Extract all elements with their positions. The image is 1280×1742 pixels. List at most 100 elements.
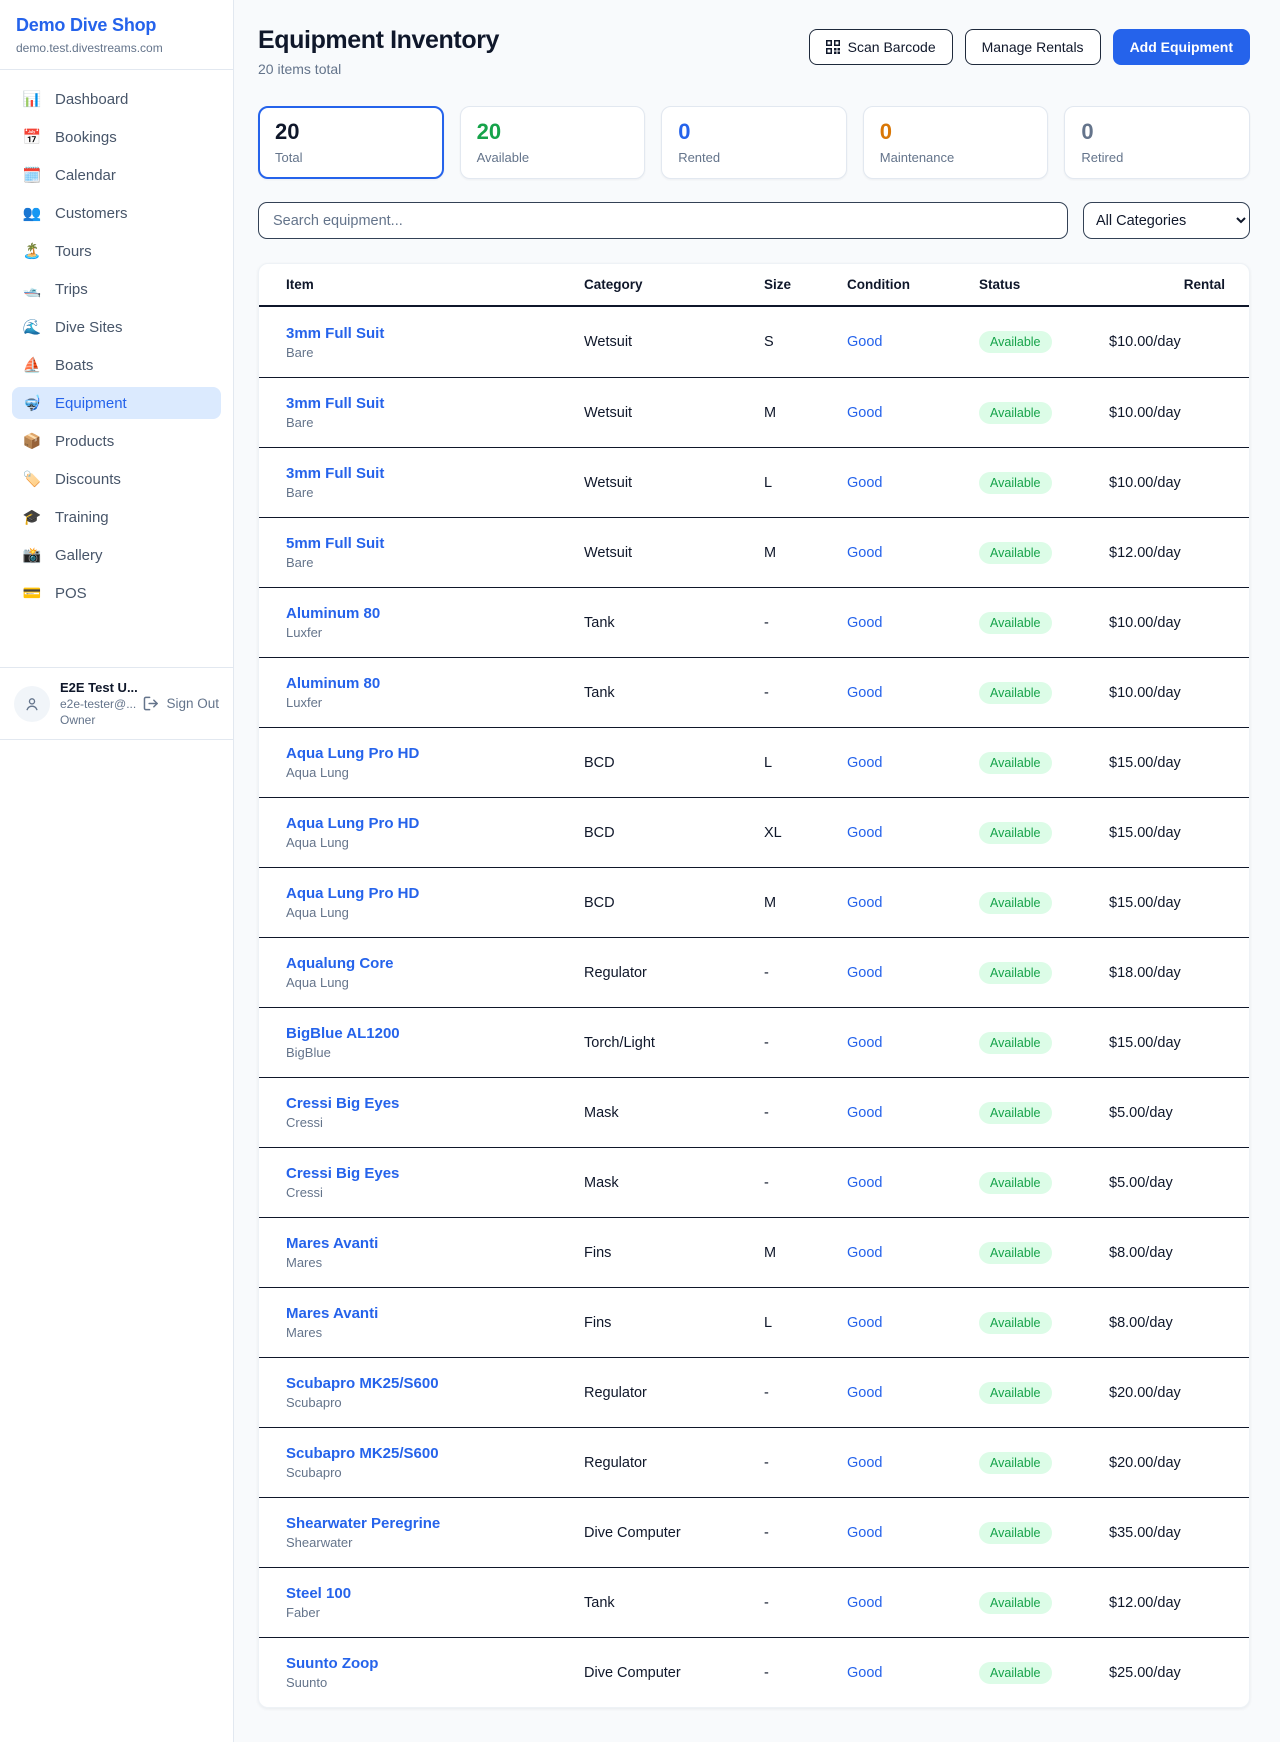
sidebar-item-pos[interactable]: 💳 POS bbox=[12, 577, 221, 609]
sidebar-item-gallery[interactable]: 📸 Gallery bbox=[12, 539, 221, 571]
sidebar-item-label: POS bbox=[55, 585, 87, 602]
search-input[interactable] bbox=[258, 202, 1068, 239]
item-condition-link[interactable]: Good bbox=[847, 965, 979, 981]
table-row[interactable]: Cressi Big Eyes Cressi Mask - Good Avail… bbox=[259, 1147, 1249, 1217]
status-badge: Available bbox=[979, 1172, 1052, 1194]
item-condition-link[interactable]: Good bbox=[847, 334, 979, 350]
sidebar-item-dashboard[interactable]: 📊 Dashboard bbox=[12, 83, 221, 115]
item-condition-link[interactable]: Good bbox=[847, 1035, 979, 1051]
table-row[interactable]: Aqua Lung Pro HD Aqua Lung BCD XL Good A… bbox=[259, 797, 1249, 867]
item-condition-link[interactable]: Good bbox=[847, 1245, 979, 1261]
item-condition-link[interactable]: Good bbox=[847, 1595, 979, 1611]
table-row[interactable]: 3mm Full Suit Bare Wetsuit S Good Availa… bbox=[259, 307, 1249, 377]
stat-card-available[interactable]: 20 Available bbox=[460, 106, 646, 179]
sidebar-item-products[interactable]: 📦 Products bbox=[12, 425, 221, 457]
item-name-link[interactable]: Mares Avanti bbox=[286, 1235, 584, 1252]
sidebar-item-boats[interactable]: ⛵ Boats bbox=[12, 349, 221, 381]
sidebar-item-discounts[interactable]: 🏷️ Discounts bbox=[12, 463, 221, 495]
table-row[interactable]: 3mm Full Suit Bare Wetsuit M Good Availa… bbox=[259, 377, 1249, 447]
item-condition-link[interactable]: Good bbox=[847, 825, 979, 841]
item-name-link[interactable]: 3mm Full Suit bbox=[286, 325, 584, 342]
shop-name[interactable]: Demo Dive Shop bbox=[16, 15, 217, 36]
item-name-link[interactable]: Cressi Big Eyes bbox=[286, 1165, 584, 1182]
item-name-link[interactable]: Scubapro MK25/S600 bbox=[286, 1445, 584, 1462]
sidebar-item-equipment[interactable]: 🤿 Equipment bbox=[12, 387, 221, 419]
item-brand: Mares bbox=[286, 1325, 584, 1340]
add-equipment-button[interactable]: Add Equipment bbox=[1113, 29, 1250, 65]
table-row[interactable]: Scubapro MK25/S600 Scubapro Regulator - … bbox=[259, 1427, 1249, 1497]
sign-out-button[interactable]: Sign Out bbox=[143, 696, 219, 711]
sidebar-item-dive-sites[interactable]: 🌊 Dive Sites bbox=[12, 311, 221, 343]
user-email: e2e-tester@... bbox=[60, 697, 133, 711]
item-condition-link[interactable]: Good bbox=[847, 545, 979, 561]
item-brand: Aqua Lung bbox=[286, 835, 584, 850]
item-name-link[interactable]: Aqua Lung Pro HD bbox=[286, 885, 584, 902]
table-row[interactable]: Steel 100 Faber Tank - Good Available $1… bbox=[259, 1567, 1249, 1637]
item-name-link[interactable]: Shearwater Peregrine bbox=[286, 1515, 584, 1532]
item-condition-link[interactable]: Good bbox=[847, 1175, 979, 1191]
stat-card-rented[interactable]: 0 Rented bbox=[661, 106, 847, 179]
table-row[interactable]: Cressi Big Eyes Cressi Mask - Good Avail… bbox=[259, 1077, 1249, 1147]
item-condition-link[interactable]: Good bbox=[847, 1385, 979, 1401]
item-condition-link[interactable]: Good bbox=[847, 1665, 979, 1681]
item-rental-rate: $10.00/day bbox=[1109, 685, 1249, 701]
table-row[interactable]: Aluminum 80 Luxfer Tank - Good Available… bbox=[259, 657, 1249, 727]
sidebar-item-trips[interactable]: 🛥️ Trips bbox=[12, 273, 221, 305]
table-row[interactable]: Shearwater Peregrine Shearwater Dive Com… bbox=[259, 1497, 1249, 1567]
item-name-link[interactable]: 3mm Full Suit bbox=[286, 395, 584, 412]
table-row[interactable]: Aqua Lung Pro HD Aqua Lung BCD L Good Av… bbox=[259, 727, 1249, 797]
table-row[interactable]: 5mm Full Suit Bare Wetsuit M Good Availa… bbox=[259, 517, 1249, 587]
table-row[interactable]: Suunto Zoop Suunto Dive Computer - Good … bbox=[259, 1637, 1249, 1707]
item-condition-link[interactable]: Good bbox=[847, 475, 979, 491]
item-condition-link[interactable]: Good bbox=[847, 1525, 979, 1541]
item-name-link[interactable]: BigBlue AL1200 bbox=[286, 1025, 584, 1042]
column-item: Item bbox=[259, 277, 584, 292]
item-name-link[interactable]: Aluminum 80 bbox=[286, 605, 584, 622]
manage-rentals-button[interactable]: Manage Rentals bbox=[965, 29, 1101, 65]
table-row[interactable]: Mares Avanti Mares Fins L Good Available… bbox=[259, 1287, 1249, 1357]
item-condition-link[interactable]: Good bbox=[847, 615, 979, 631]
table-row[interactable]: BigBlue AL1200 BigBlue Torch/Light - Goo… bbox=[259, 1007, 1249, 1077]
scan-barcode-button[interactable]: Scan Barcode bbox=[809, 29, 953, 65]
item-name-link[interactable]: Cressi Big Eyes bbox=[286, 1095, 584, 1112]
table-row[interactable]: Scubapro MK25/S600 Scubapro Regulator - … bbox=[259, 1357, 1249, 1427]
sidebar-item-bookings[interactable]: 📅 Bookings bbox=[12, 121, 221, 153]
item-condition-link[interactable]: Good bbox=[847, 405, 979, 421]
sidebar-item-training[interactable]: 🎓 Training bbox=[12, 501, 221, 533]
item-condition-link[interactable]: Good bbox=[847, 1455, 979, 1471]
item-size: - bbox=[764, 1385, 847, 1401]
sidebar-item-customers[interactable]: 👥 Customers bbox=[12, 197, 221, 229]
table-row[interactable]: Aqualung Core Aqua Lung Regulator - Good… bbox=[259, 937, 1249, 1007]
stat-card-total[interactable]: 20 Total bbox=[258, 106, 444, 179]
item-name-link[interactable]: Steel 100 bbox=[286, 1585, 584, 1602]
sidebar-item-calendar[interactable]: 🗓️ Calendar bbox=[12, 159, 221, 191]
label-tag-icon: 🏷️ bbox=[22, 470, 42, 488]
sidebar-item-tours[interactable]: 🏝️ Tours bbox=[12, 235, 221, 267]
table-row[interactable]: Aqua Lung Pro HD Aqua Lung BCD M Good Av… bbox=[259, 867, 1249, 937]
item-brand: Cressi bbox=[286, 1185, 584, 1200]
item-condition-link[interactable]: Good bbox=[847, 1105, 979, 1121]
item-name-link[interactable]: Scubapro MK25/S600 bbox=[286, 1375, 584, 1392]
item-name-link[interactable]: Aqualung Core bbox=[286, 955, 584, 972]
table-row[interactable]: Aluminum 80 Luxfer Tank - Good Available… bbox=[259, 587, 1249, 657]
item-name-link[interactable]: Aluminum 80 bbox=[286, 675, 584, 692]
item-name-link[interactable]: Aqua Lung Pro HD bbox=[286, 745, 584, 762]
item-name-link[interactable]: Aqua Lung Pro HD bbox=[286, 815, 584, 832]
status-badge: Available bbox=[979, 1242, 1052, 1264]
item-condition-link[interactable]: Good bbox=[847, 755, 979, 771]
stat-card-retired[interactable]: 0 Retired bbox=[1064, 106, 1250, 179]
item-name-link[interactable]: 3mm Full Suit bbox=[286, 465, 584, 482]
item-condition-link[interactable]: Good bbox=[847, 895, 979, 911]
item-name-link[interactable]: Suunto Zoop bbox=[286, 1655, 584, 1672]
item-name-link[interactable]: 5mm Full Suit bbox=[286, 535, 584, 552]
category-select[interactable]: All Categories bbox=[1083, 202, 1250, 239]
item-condition-link[interactable]: Good bbox=[847, 1315, 979, 1331]
stat-card-maintenance[interactable]: 0 Maintenance bbox=[863, 106, 1049, 179]
item-condition-link[interactable]: Good bbox=[847, 685, 979, 701]
item-size: S bbox=[764, 334, 847, 350]
column-condition: Condition bbox=[847, 277, 979, 292]
table-row[interactable]: 3mm Full Suit Bare Wetsuit L Good Availa… bbox=[259, 447, 1249, 517]
item-name-link[interactable]: Mares Avanti bbox=[286, 1305, 584, 1322]
table-row[interactable]: Mares Avanti Mares Fins M Good Available… bbox=[259, 1217, 1249, 1287]
logout-icon bbox=[143, 696, 160, 711]
